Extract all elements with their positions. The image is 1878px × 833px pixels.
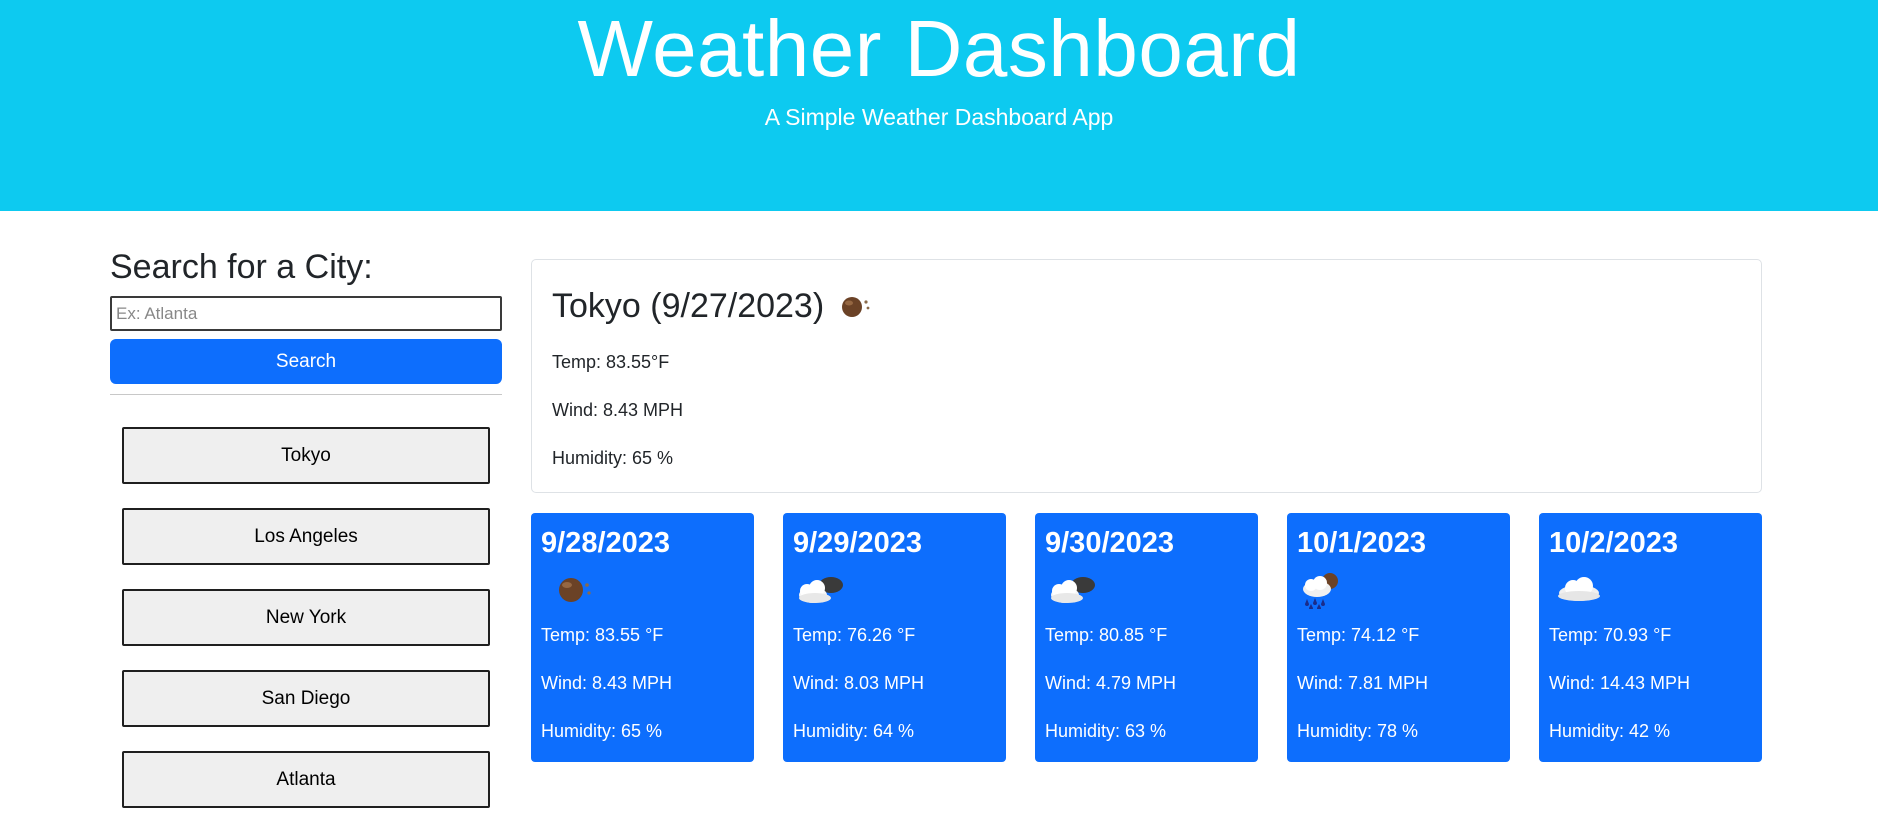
forecast-temp: Temp: 83.55 °F: [541, 625, 664, 645]
city-search-input[interactable]: [110, 296, 502, 331]
forecast-temp: Temp: 76.26 °F: [793, 625, 916, 645]
forecast-card: 9/29/2023 Temp: 76.26 °F Wind: 8.03 MPH …: [783, 513, 1006, 762]
forecast-humidity: Humidity: 78 %: [1297, 721, 1419, 741]
current-weather-heading: Tokyo (9/27/2023): [552, 284, 1741, 328]
haze-icon: [541, 569, 744, 609]
forecast-wind: Wind: 4.79 MPH: [1045, 673, 1177, 693]
forecast-wind: Wind: 8.43 MPH: [541, 673, 673, 693]
current-humidity: Humidity: 65 %: [552, 448, 674, 468]
search-heading: Search for a City:: [110, 248, 373, 286]
forecast-date: 9/28/2023: [541, 527, 671, 559]
divider: [110, 394, 502, 395]
forecast-date: 10/2/2023: [1549, 527, 1679, 559]
current-city-date: Tokyo (9/27/2023): [552, 287, 825, 325]
history-button[interactable]: Atlanta: [122, 751, 490, 808]
current-weather-card: Tokyo (9/27/2023) Temp: 83.55°F Wind: 8.…: [531, 259, 1762, 493]
history-button[interactable]: New York: [122, 589, 490, 646]
history-button[interactable]: San Diego: [122, 670, 490, 727]
page-title: Weather Dashboard: [577, 4, 1301, 93]
forecast-date: 10/1/2023: [1297, 527, 1427, 559]
broken-clouds-icon: [793, 569, 996, 609]
page-subtitle: A Simple Weather Dashboard App: [764, 104, 1114, 130]
forecast-wind: Wind: 8.03 MPH: [793, 673, 925, 693]
forecast-temp: Temp: 74.12 °F: [1297, 625, 1420, 645]
forecast-wind: Wind: 7.81 MPH: [1297, 673, 1429, 693]
forecast-card: 10/1/2023 Temp: 74.12 °F Wind: 7.81 MPH …: [1287, 513, 1510, 762]
forecast-card: 9/28/2023 Temp: 83.55 °F Wind: 8.43 MPH …: [531, 513, 754, 762]
forecast-humidity: Humidity: 63 %: [1045, 721, 1167, 741]
rain-icon: [1297, 569, 1500, 609]
cloud-icon: [1549, 569, 1752, 609]
search-sidebar: Search for a City: Search Tokyo Los Ange…: [110, 244, 502, 832]
forecast-humidity: Humidity: 65 %: [541, 721, 663, 741]
forecast-humidity: Humidity: 64 %: [793, 721, 915, 741]
forecast-temp: Temp: 70.93 °F: [1549, 625, 1672, 645]
forecast-card: 10/2/2023 Temp: 70.93 °F Wind: 14.43 MPH…: [1539, 513, 1762, 762]
five-day-forecast: 9/28/2023 Temp: 83.55 °F Wind: 8.43 MPH …: [531, 513, 1762, 762]
current-wind: Wind: 8.43 MPH: [552, 400, 684, 420]
forecast-humidity: Humidity: 42 %: [1549, 721, 1671, 741]
search-button[interactable]: Search: [110, 339, 502, 384]
forecast-date: 9/29/2023: [793, 527, 923, 559]
haze-icon: [838, 290, 874, 322]
current-temp: Temp: 83.55°F: [552, 352, 670, 372]
forecast-date: 9/30/2023: [1045, 527, 1175, 559]
broken-clouds-icon: [1045, 569, 1248, 609]
history-button[interactable]: Los Angeles: [122, 508, 490, 565]
history-button[interactable]: Tokyo: [122, 427, 490, 484]
forecast-wind: Wind: 14.43 MPH: [1549, 673, 1691, 693]
forecast-temp: Temp: 80.85 °F: [1045, 625, 1168, 645]
header-banner: Weather Dashboard A Simple Weather Dashb…: [0, 0, 1878, 211]
search-history: Tokyo Los Angeles New York San Diego Atl…: [110, 427, 502, 808]
forecast-card: 9/30/2023 Temp: 80.85 °F Wind: 4.79 MPH …: [1035, 513, 1258, 762]
